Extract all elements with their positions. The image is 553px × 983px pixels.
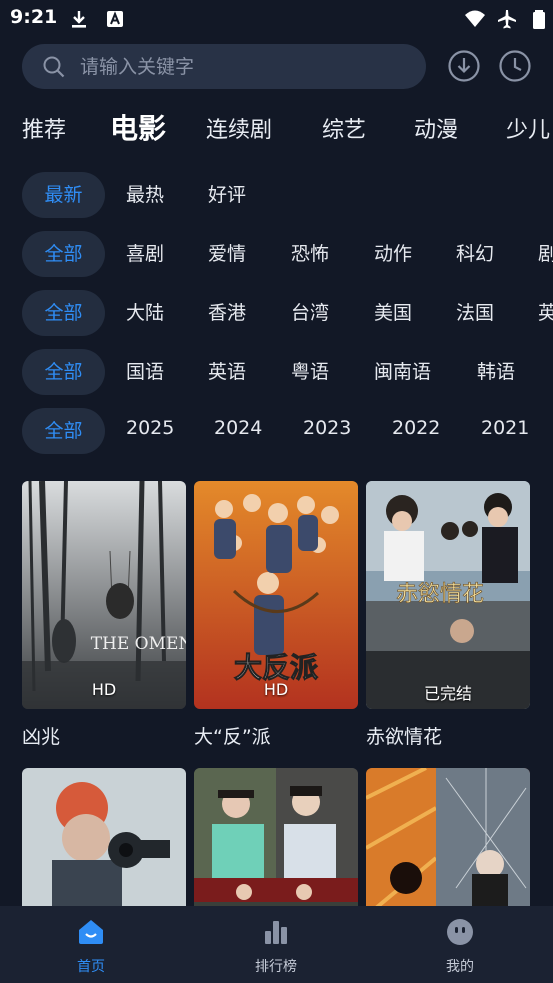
filter-language-cantonese[interactable]: 粤语 <box>291 349 329 395</box>
filter-region-row: 全部 大陆 香港 台湾 美国 法国 英 <box>0 290 553 336</box>
search-bar[interactable] <box>22 44 426 89</box>
filter-language-minnan[interactable]: 闽南语 <box>374 349 431 395</box>
tab-kids[interactable]: 少儿 <box>506 112 550 144</box>
movie-poster[interactable]: THE OMEN <box>22 481 186 709</box>
filter-language-korean[interactable]: 韩语 <box>477 349 515 395</box>
filter-region-france[interactable]: 法国 <box>456 290 494 336</box>
movie-title: 凶兆 <box>22 726 61 748</box>
filter-sort-row: 最新 最热 好评 <box>0 172 553 218</box>
filter-region-uk[interactable]: 英 <box>538 290 553 336</box>
filter-year-row: 全部 2025 2024 2023 2022 2021 <box>0 408 553 454</box>
status-time: 9:21 <box>10 6 58 28</box>
poster-title-text: THE OMEN <box>91 634 186 654</box>
nav-profile-label: 我的 <box>446 959 474 975</box>
filter-sort-rating[interactable]: 好评 <box>208 172 246 218</box>
filter-genre-all[interactable]: 全部 <box>22 231 105 277</box>
filter-year-2024[interactable]: 2024 <box>214 408 262 451</box>
filter-genre-drama[interactable]: 剧 <box>538 231 553 277</box>
filter-region-taiwan[interactable]: 台湾 <box>291 290 329 336</box>
movie-title: 赤欲情花 <box>366 726 443 748</box>
filter-genre-comedy[interactable]: 喜剧 <box>126 231 164 277</box>
bottom-nav: 首页 排行榜 我的 <box>0 906 553 983</box>
battery-icon <box>533 10 545 29</box>
tab-series[interactable]: 连续剧 <box>206 112 272 144</box>
filter-year-2023[interactable]: 2023 <box>303 408 351 451</box>
movie-poster[interactable]: 赤慾情花 <box>366 481 530 709</box>
download-icon <box>72 11 86 28</box>
filter-region-all[interactable]: 全部 <box>22 290 105 336</box>
search-input[interactable] <box>80 44 410 89</box>
profile-icon <box>447 919 473 945</box>
filter-language-english[interactable]: 英语 <box>208 349 246 395</box>
filter-genre-scifi[interactable]: 科幻 <box>456 231 494 277</box>
nav-ranking-label: 排行榜 <box>255 959 297 975</box>
filter-year-all[interactable]: 全部 <box>22 408 105 454</box>
wifi-icon <box>465 10 485 27</box>
status-bar: 9:21 <box>0 0 553 38</box>
autofill-icon <box>107 11 123 27</box>
filter-genre-row: 全部 喜剧 爱情 恐怖 动作 科幻 剧 <box>0 231 553 277</box>
filter-sort-latest[interactable]: 最新 <box>22 172 105 218</box>
quality-badge: HD <box>263 680 289 699</box>
tab-anime[interactable]: 动漫 <box>414 112 458 144</box>
filter-year-2021[interactable]: 2021 <box>481 408 529 451</box>
history-clock-icon[interactable] <box>498 49 532 83</box>
filter-sort-hot[interactable]: 最热 <box>126 172 164 218</box>
ranking-icon <box>265 921 287 944</box>
poster-title-text: 赤慾情花 <box>396 582 484 607</box>
filter-language-row: 全部 国语 英语 粤语 闽南语 韩语 <box>0 349 553 395</box>
filter-genre-action[interactable]: 动作 <box>374 231 412 277</box>
nav-home[interactable]: 首页 <box>31 906 151 983</box>
filter-region-usa[interactable]: 美国 <box>374 290 412 336</box>
home-icon <box>79 920 103 944</box>
nav-home-label: 首页 <box>77 959 105 975</box>
nav-ranking[interactable]: 排行榜 <box>216 906 336 983</box>
filter-year-2022[interactable]: 2022 <box>392 408 440 451</box>
airplane-icon <box>498 10 516 29</box>
quality-badge: HD <box>91 680 117 699</box>
download-icon[interactable] <box>447 49 481 83</box>
filter-language-mandarin[interactable]: 国语 <box>126 349 164 395</box>
nav-profile[interactable]: 我的 <box>400 906 520 983</box>
tab-variety[interactable]: 综艺 <box>322 112 366 144</box>
filter-year-2025[interactable]: 2025 <box>126 408 174 451</box>
filter-language-all[interactable]: 全部 <box>22 349 105 395</box>
filter-region-hongkong[interactable]: 香港 <box>208 290 246 336</box>
tab-movies[interactable]: 电影 <box>110 107 166 147</box>
filter-genre-romance[interactable]: 爱情 <box>208 231 246 277</box>
search-icon <box>43 56 65 78</box>
status-badge: 已完结 <box>423 684 472 703</box>
tab-recommend[interactable]: 推荐 <box>22 112 66 144</box>
movie-poster[interactable]: 大反派 <box>194 481 358 709</box>
movie-title: 大“反”派 <box>194 726 271 748</box>
category-tabs: 推荐 电影 连续剧 综艺 动漫 少儿 <box>0 104 553 156</box>
filter-genre-horror[interactable]: 恐怖 <box>291 231 329 277</box>
filter-region-mainland[interactable]: 大陆 <box>126 290 164 336</box>
